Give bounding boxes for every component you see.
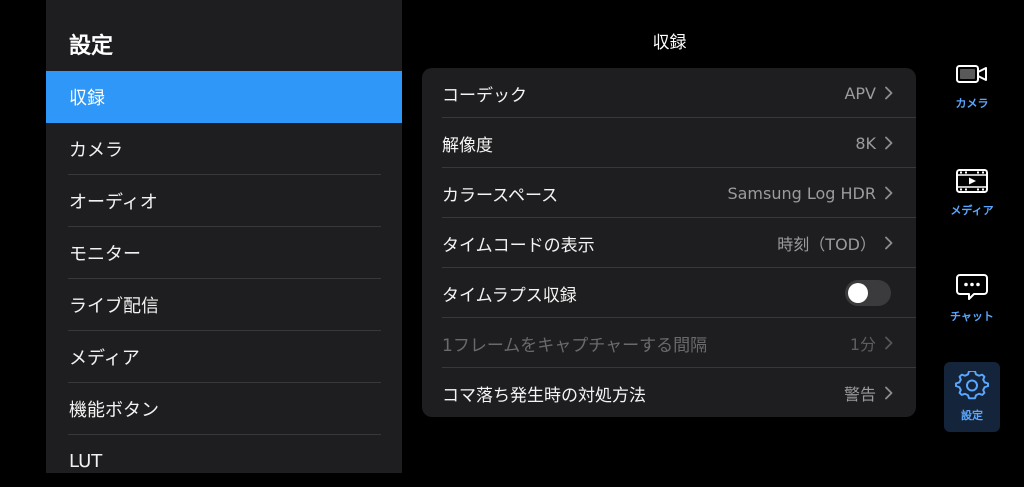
timelapse-recording-row: タイムラプス収録 xyxy=(422,268,916,318)
dropped-frames-handling-row[interactable]: コマ落ち発生時の対処方法 警告 xyxy=(422,368,916,417)
media-film-icon xyxy=(956,169,988,193)
codec-row[interactable]: コーデック APV xyxy=(422,68,916,118)
row-label: タイムラプス収録 xyxy=(442,285,577,306)
sidebar-item-label: オーディオ xyxy=(69,192,158,213)
nav-label: チャット xyxy=(950,310,994,323)
page-title: 収録 xyxy=(652,33,687,53)
timelapse-toggle[interactable] xyxy=(845,280,891,306)
video-camera-icon xyxy=(956,65,987,83)
sidebar-item-label: ライブ配信 xyxy=(69,296,159,317)
chevron-right-icon xyxy=(885,336,893,350)
sidebar-item-recording[interactable]: 収録 xyxy=(46,71,402,123)
sidebar-item-live-stream[interactable]: ライブ配信 xyxy=(46,279,402,331)
chevron-right-icon xyxy=(885,386,893,400)
row-label: カラースペース xyxy=(442,185,559,206)
sidebar-item-label: LUT xyxy=(69,450,103,472)
nav-item-media[interactable]: メディア xyxy=(944,157,1000,227)
chevron-right-icon xyxy=(885,86,893,100)
sidebar-item-label: 機能ボタン xyxy=(69,400,159,421)
row-label: コーデック xyxy=(442,85,527,106)
sidebar-item-camera[interactable]: カメラ xyxy=(46,123,402,175)
sidebar-item-media[interactable]: メディア xyxy=(46,331,402,383)
row-value: 1分 xyxy=(849,335,876,354)
chevron-right-icon xyxy=(885,136,893,150)
row-value: APV xyxy=(844,83,876,103)
chat-bubble-icon xyxy=(956,274,988,300)
sidebar-item-label: カメラ xyxy=(69,140,123,161)
sidebar-item-label: メディア xyxy=(69,348,140,369)
gear-icon xyxy=(955,371,989,400)
row-value: Samsung Log HDR xyxy=(727,183,876,203)
toggle-knob xyxy=(848,283,868,303)
capture-interval-row: 1フレームをキャプチャーする間隔 1分 xyxy=(422,318,916,368)
row-label: タイムコードの表示 xyxy=(442,235,595,256)
timecode-display-row[interactable]: タイムコードの表示 時刻（TOD） xyxy=(422,218,916,268)
recording-settings-card: コーデック APV 解像度 8K カラースペース Samsung Log HDR… xyxy=(422,68,916,417)
row-value: 時刻（TOD） xyxy=(777,235,876,254)
sidebar-item-label: 収録 xyxy=(69,88,105,109)
nav-item-camera[interactable]: カメラ xyxy=(944,50,1000,120)
sidebar-item-monitor[interactable]: モニター xyxy=(46,227,402,279)
sidebar-item-lut[interactable]: LUT xyxy=(46,435,402,487)
sidebar-item-function-buttons[interactable]: 機能ボタン xyxy=(46,383,402,435)
resolution-row[interactable]: 解像度 8K xyxy=(422,118,916,168)
sidebar-item-label: モニター xyxy=(69,244,141,265)
nav-label: カメラ xyxy=(955,97,989,110)
row-value: 警告 xyxy=(843,385,876,404)
settings-menu: 収録 カメラ オーディオ モニター ライブ配信 メディア 機能ボタン LUT xyxy=(46,71,402,487)
nav-item-chat[interactable]: チャット xyxy=(944,263,1000,333)
nav-label: 設定 xyxy=(961,409,983,422)
sidebar-item-audio[interactable]: オーディオ xyxy=(46,175,402,227)
sidebar-title: 設定 xyxy=(69,34,114,59)
row-value: 8K xyxy=(855,133,876,153)
chevron-right-icon xyxy=(885,186,893,200)
row-label: コマ落ち発生時の対処方法 xyxy=(442,385,646,406)
chevron-right-icon xyxy=(885,236,893,250)
color-space-row[interactable]: カラースペース Samsung Log HDR xyxy=(422,168,916,218)
nav-label: メディア xyxy=(950,204,994,217)
settings-sidebar: 設定 収録 カメラ オーディオ モニター ライブ配信 メディア 機能ボタン LU… xyxy=(46,0,402,473)
row-label: 1フレームをキャプチャーする間隔 xyxy=(442,335,708,356)
nav-item-settings[interactable]: 設定 xyxy=(944,362,1000,432)
row-label: 解像度 xyxy=(442,135,493,156)
